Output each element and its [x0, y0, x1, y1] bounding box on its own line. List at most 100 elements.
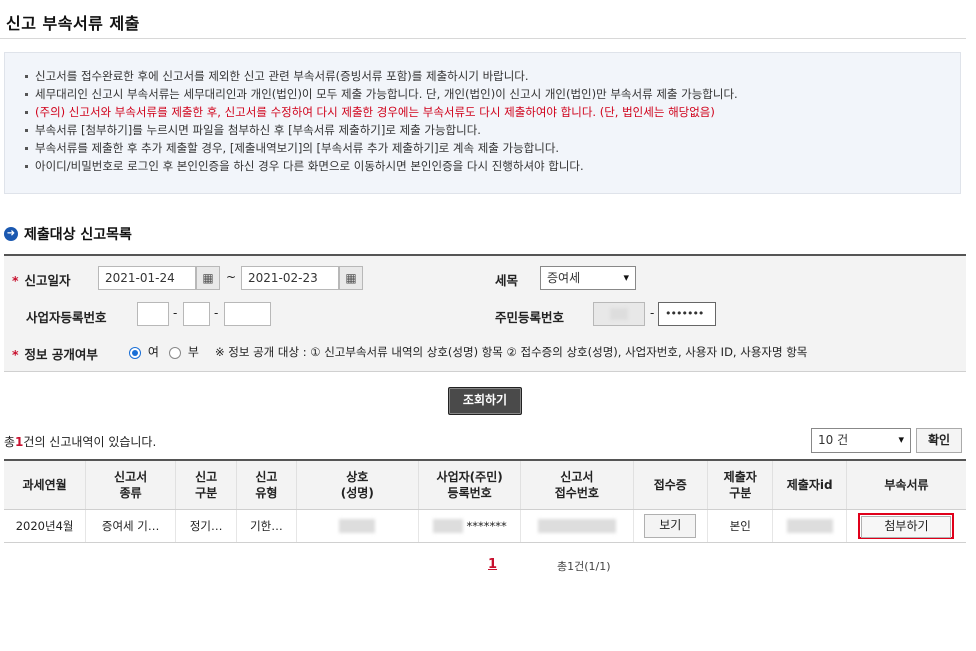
date-separator: ~: [226, 270, 237, 284]
search-button[interactable]: 조회하기: [448, 387, 522, 415]
bizno-label: 사업자등록번호: [26, 310, 107, 325]
header-text: (성명): [340, 486, 374, 500]
cell-receipt: 보기: [632, 509, 708, 543]
cell-submitter-id: [772, 509, 847, 543]
view-receipt-button[interactable]: 보기: [644, 514, 697, 538]
disclose-yes-option[interactable]: 여: [129, 343, 159, 360]
rrn-front-input[interactable]: [593, 302, 645, 326]
required-mark: *: [12, 273, 19, 288]
cell-attachments: 첨부하기: [845, 509, 966, 543]
notice-warning-line: (주의) 신고서와 부속서류를 제출한 후, 신고서를 수정하여 다시 제출한 …: [23, 103, 960, 121]
header-type: 신고유형: [236, 459, 297, 510]
cell-receipt-no: [520, 509, 634, 543]
cell-name: [295, 509, 419, 543]
cell-category: 정기…: [175, 509, 237, 543]
header-text: 신고서: [560, 470, 594, 484]
cell-reg-no: *******: [418, 509, 521, 543]
confirm-button[interactable]: 확인: [916, 428, 962, 453]
date-from-input[interactable]: 2021-01-24: [98, 266, 196, 290]
header-text: 제출자: [723, 470, 757, 484]
tax-type-label: 세목: [495, 273, 519, 288]
required-mark: *: [12, 347, 19, 362]
dash: -: [214, 306, 219, 320]
report-date-label-text: 신고일자: [24, 273, 71, 288]
report-date-label: * 신고일자: [12, 270, 71, 289]
attach-button-highlight[interactable]: 첨부하기: [858, 513, 955, 539]
title-divider: [0, 38, 966, 39]
header-attachments: 부속서류: [845, 459, 966, 510]
bizno-part3-input[interactable]: [224, 302, 271, 326]
chevron-down-icon: ▾: [898, 433, 904, 446]
section-title-text: 제출대상 신고목록: [24, 227, 132, 243]
header-text: 사업자(주민): [436, 470, 503, 484]
masked-value: [432, 519, 463, 534]
search-filter-panel: * 신고일자 2021-01-24 ▦ ~ 2021-02-23 ▦ 세목 증여세…: [4, 254, 966, 372]
rrn-back-input[interactable]: •••••••: [658, 302, 716, 326]
chevron-down-icon: ▾: [623, 271, 629, 284]
masked-value: [339, 519, 376, 534]
cell-type: 기한…: [236, 509, 297, 543]
notice-line: 세무대리인 신고시 부속서류는 세무대리인과 개인(법인)이 모두 제출 가능합…: [23, 85, 960, 103]
radio-no-label: 부: [187, 345, 199, 359]
reg-no-suffix: *******: [466, 518, 507, 533]
header-text: 신고: [255, 470, 278, 484]
arrow-circle-icon: ➜: [4, 227, 18, 241]
header-text: 종류: [119, 486, 142, 500]
radio-no[interactable]: [169, 346, 181, 359]
header-text: 구분: [195, 486, 218, 500]
header-receipt: 접수증: [632, 459, 708, 510]
cell-kind[interactable]: 증여세 기…: [85, 509, 176, 543]
masked-value: [537, 519, 616, 534]
header-text: 구분: [729, 486, 752, 500]
table-row: 2020년4월 증여세 기… 정기… 기한… ******* 보기 본인 첨부하…: [4, 509, 966, 543]
count-prefix: 총: [4, 435, 16, 449]
cell-submitter-type: 본인: [707, 509, 773, 543]
header-period: 과세연월: [4, 459, 86, 510]
dash: -: [173, 306, 178, 320]
table-header-row: 과세연월 신고서 종류 신고 구분 신고 유형 상호 (성명) 사업자(주민) 등록번호 …: [4, 459, 966, 510]
header-submitter-id: 제출자id: [772, 459, 847, 510]
calendar-icon[interactable]: ▦: [196, 266, 220, 290]
page-size-value: 10 건: [818, 433, 849, 447]
notice-box: 신고서를 접수완료한 후에 신고서를 제외한 신고 관련 부속서류(증빙서류 포…: [4, 52, 961, 194]
bizno-part2-input[interactable]: [183, 302, 210, 326]
notice-line: 부속서류를 제출한 후 추가 제출할 경우, [제출내역보기]의 [부속서류 추…: [23, 139, 960, 157]
page-1-link[interactable]: 1: [488, 557, 497, 572]
header-text: 유형: [255, 486, 278, 500]
disclose-note: ※ 정보 공개 대상 : ① 신고부속서류 내역의 상호(성명) 항목 ② 접수…: [215, 345, 808, 359]
count-suffix: 건의 신고내역이 있습니다.: [23, 435, 157, 449]
header-text: 신고서: [114, 470, 148, 484]
section-title: ➜ 제출대상 신고목록: [4, 224, 132, 244]
rrn-label: 주민등록번호: [495, 310, 565, 325]
header-text: 신고: [195, 470, 218, 484]
header-text: 상호: [346, 470, 369, 484]
header-kind: 신고서종류: [85, 459, 176, 510]
header-submitter-type: 제출자구분: [707, 459, 773, 510]
masked-value: [786, 519, 833, 534]
masked-value: [610, 308, 628, 320]
disclose-no-option[interactable]: 부: [169, 343, 199, 360]
date-to-input[interactable]: 2021-02-23: [241, 266, 339, 290]
page-title: 신고 부속서류 제출: [6, 14, 140, 33]
header-reg-no: 사업자(주민) 등록번호: [418, 459, 521, 510]
radio-yes-label: 여: [147, 345, 159, 359]
header-category: 신고구분: [175, 459, 237, 510]
pagination-info: 총1건(1/1): [557, 560, 611, 573]
radio-yes[interactable]: [129, 346, 141, 359]
result-count: 총1건의 신고내역이 있습니다.: [4, 433, 156, 450]
tax-type-select[interactable]: 증여세 ▾: [540, 266, 636, 290]
page-size-select[interactable]: 10 건 ▾: [811, 428, 911, 453]
calendar-icon[interactable]: ▦: [339, 266, 363, 290]
report-table: 과세연월 신고서 종류 신고 구분 신고 유형 상호 (성명) 사업자(주민) 등록번호 …: [4, 459, 966, 543]
header-text: 접수번호: [554, 486, 599, 500]
header-text: 등록번호: [447, 486, 492, 500]
dash: -: [650, 306, 655, 320]
bizno-part1-input[interactable]: [137, 302, 169, 326]
header-name: 상호 (성명): [295, 459, 419, 510]
attach-button[interactable]: 첨부하기: [861, 516, 952, 538]
disclose-label: * 정보 공개여부: [12, 344, 98, 363]
notice-line: 신고서를 접수완료한 후에 신고서를 제외한 신고 관련 부속서류(증빙서류 포…: [23, 67, 960, 85]
tax-type-value: 증여세: [547, 271, 581, 285]
cell-period: 2020년4월: [4, 509, 86, 543]
disclose-label-text: 정보 공개여부: [24, 347, 98, 362]
